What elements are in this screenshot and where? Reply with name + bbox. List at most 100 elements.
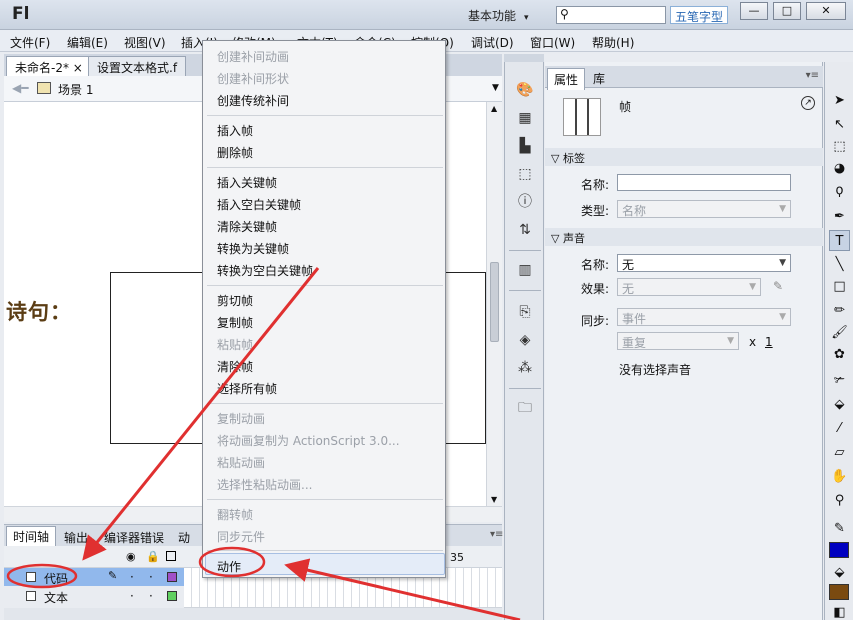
menu-item-clear-frames[interactable]: 清除帧 (217, 358, 253, 375)
poem-label-text[interactable]: 诗句： (6, 296, 72, 326)
tab-motion[interactable]: 动 (172, 528, 196, 547)
visibility-dot[interactable]: · (130, 570, 134, 584)
fill-color-swatch[interactable] (829, 584, 849, 600)
selection-tool-icon[interactable]: ➤ (829, 90, 850, 111)
minimize-button[interactable]: — (740, 2, 768, 20)
repeat-count-value[interactable]: 1 (765, 335, 773, 349)
menu-item-create-classic-tween[interactable]: 创建传统补间 (217, 92, 289, 109)
menu-debug[interactable]: 调试(D) (471, 34, 514, 51)
menu-item-insert-keyframe[interactable]: 插入关键帧 (217, 174, 277, 191)
tab-properties[interactable]: 属性 (547, 68, 586, 90)
outline-icon[interactable] (166, 551, 176, 561)
swap-colors-icon[interactable]: ◧ (829, 602, 850, 620)
tab-compiler-errors[interactable]: 编译器错误 (98, 528, 170, 547)
help-arrow-icon[interactable]: ↗ (801, 96, 815, 110)
maximize-button[interactable]: □ (773, 2, 801, 20)
chevron-down-icon[interactable]: ▼ (492, 83, 499, 93)
effect-select[interactable]: 无 ▼ (617, 278, 761, 296)
tab-library[interactable]: 库 (587, 68, 611, 89)
menu-item-paste-motion[interactable]: 粘贴动画 (217, 454, 265, 471)
scroll-down-icon[interactable]: ▼ (491, 495, 497, 504)
repeat-select[interactable]: 重复 ▼ (617, 332, 739, 350)
info-icon[interactable]: ⓘ (515, 192, 535, 212)
free-transform-tool-icon[interactable]: ⬚ (829, 136, 850, 157)
pen-tool-icon[interactable]: ✒ (829, 206, 850, 227)
stage-vertical-scrollbar[interactable]: ▲ ▼ (486, 102, 502, 506)
visibility-dot[interactable]: · (130, 589, 134, 603)
menu-item-insert-frame[interactable]: 插入帧 (217, 122, 253, 139)
text-tool-icon[interactable]: T (829, 230, 850, 251)
lock-dot[interactable]: · (149, 589, 153, 603)
panel-menu-icon[interactable]: ▾≡ (806, 70, 819, 81)
menu-item-convert-to-blank-keyframe[interactable]: 转换为空白关键帧 (217, 262, 313, 279)
lasso-tool-icon[interactable]: ϙ (829, 180, 850, 201)
menu-item-reverse-frames[interactable]: 翻转帧 (217, 506, 253, 523)
menu-window[interactable]: 窗口(W) (530, 34, 575, 51)
menu-item-clear-keyframe[interactable]: 清除关键帧 (217, 218, 277, 235)
label-type-select[interactable]: 名称 ▼ (617, 200, 791, 218)
tab-untitled-2[interactable]: 未命名-2* × (6, 56, 92, 76)
subselection-tool-icon[interactable]: ↖ (829, 114, 850, 135)
transform-icon[interactable]: ⬚ (515, 164, 535, 184)
sound-section-header[interactable]: ▽ 声音 (545, 228, 823, 246)
menu-item-copy-frames[interactable]: 复制帧 (217, 314, 253, 331)
line-tool-icon[interactable]: ╲ (829, 254, 850, 275)
layer-text[interactable]: 文本 · · (4, 587, 184, 605)
panel-menu-icon[interactable]: ▾≡ (490, 529, 503, 540)
tab-output[interactable]: 输出 (58, 528, 94, 547)
menu-item-paste-frames[interactable]: 粘贴帧 (217, 336, 253, 353)
eye-icon[interactable]: ◉ (126, 550, 136, 563)
layer-code[interactable]: 代码 ✎ · · (4, 568, 184, 586)
align-icon[interactable]: ▙ (515, 136, 535, 156)
sync-select[interactable]: 事件 ▼ (617, 308, 791, 326)
layer-name[interactable]: 文本 (44, 589, 68, 606)
brush-tool-icon[interactable]: 🖌 (829, 322, 850, 343)
actions-script-icon[interactable]: ⎘ (515, 302, 535, 322)
menu-item-convert-to-keyframe[interactable]: 转换为关键帧 (217, 240, 289, 257)
scroll-thumb[interactable] (490, 262, 499, 342)
pencil-tool-icon[interactable]: ✏ (829, 300, 850, 321)
zoom-tool-icon[interactable]: ⚲ (829, 490, 850, 511)
tab-close-icon[interactable]: × (73, 61, 83, 75)
menu-edit[interactable]: 编辑(E) (67, 34, 108, 51)
3d-rotation-tool-icon[interactable]: ◕ (829, 158, 850, 179)
bone-tool-icon[interactable]: ✃ (829, 370, 850, 391)
menu-item-synchronize-symbols[interactable]: 同步元件 (217, 528, 265, 545)
library-books-icon[interactable]: ▥ (515, 260, 535, 280)
paint-bucket-tool-icon[interactable]: ⬙ (829, 394, 850, 415)
menu-item-cut-frames[interactable]: 剪切帧 (217, 292, 253, 309)
panel-strip-handle[interactable] (504, 54, 544, 62)
stroke-color-swatch[interactable] (829, 542, 849, 558)
menu-item-copy-motion-as-actionscript[interactable]: 将动画复制为 ActionScript 3.0... (217, 432, 400, 449)
tab-text-format[interactable]: 设置文本格式.f (88, 56, 187, 76)
menu-item-paste-motion-special[interactable]: 选择性粘贴动画... (217, 476, 312, 493)
menu-item-select-all-frames[interactable]: 选择所有帧 (217, 380, 277, 397)
frame-name-input[interactable] (617, 174, 791, 191)
menu-item-create-shape-tween[interactable]: 创建补间形状 (217, 70, 289, 87)
rectangle-tool-icon[interactable]: □ (829, 276, 850, 297)
eyedropper-tool-icon[interactable]: ⁄ (829, 418, 850, 439)
hand-tool-icon[interactable]: ✋ (829, 466, 850, 487)
edit-pencil-icon[interactable]: ✎ (773, 279, 783, 293)
label-section-header[interactable]: ▽ 标签 (545, 148, 823, 166)
sound-name-select[interactable]: 无 ▼ (617, 254, 791, 272)
menu-view[interactable]: 视图(V) (124, 34, 166, 51)
project-folder-icon[interactable]: 🗀 (515, 398, 535, 418)
eraser-tool-icon[interactable]: ▱ (829, 442, 850, 463)
menu-item-create-motion-tween[interactable]: 创建补间动画 (217, 48, 289, 65)
back-arrow-icon[interactable]: ◀━ (12, 81, 28, 95)
scene-label[interactable]: 场景 1 (58, 81, 93, 98)
lock-icon[interactable]: 🔒 (146, 550, 160, 563)
menu-item-delete-frame[interactable]: 删除帧 (217, 144, 253, 161)
workspace-switcher[interactable]: 基本功能 ▾ (468, 7, 529, 24)
history-icon[interactable]: ⇅ (515, 220, 535, 240)
layer-name[interactable]: 代码 (44, 570, 68, 587)
menu-item-copy-motion[interactable]: 复制动画 (217, 410, 265, 427)
deco-tool-icon[interactable]: ✿ (829, 344, 850, 365)
layer-color-swatch[interactable] (167, 572, 177, 582)
color-palette-icon[interactable]: 🎨 (515, 80, 535, 100)
help-search-input[interactable]: ⚲ (556, 6, 666, 24)
components-icon[interactable]: ◈ (515, 330, 535, 350)
menu-file[interactable]: 文件(F) (10, 34, 50, 51)
lock-dot[interactable]: · (149, 570, 153, 584)
